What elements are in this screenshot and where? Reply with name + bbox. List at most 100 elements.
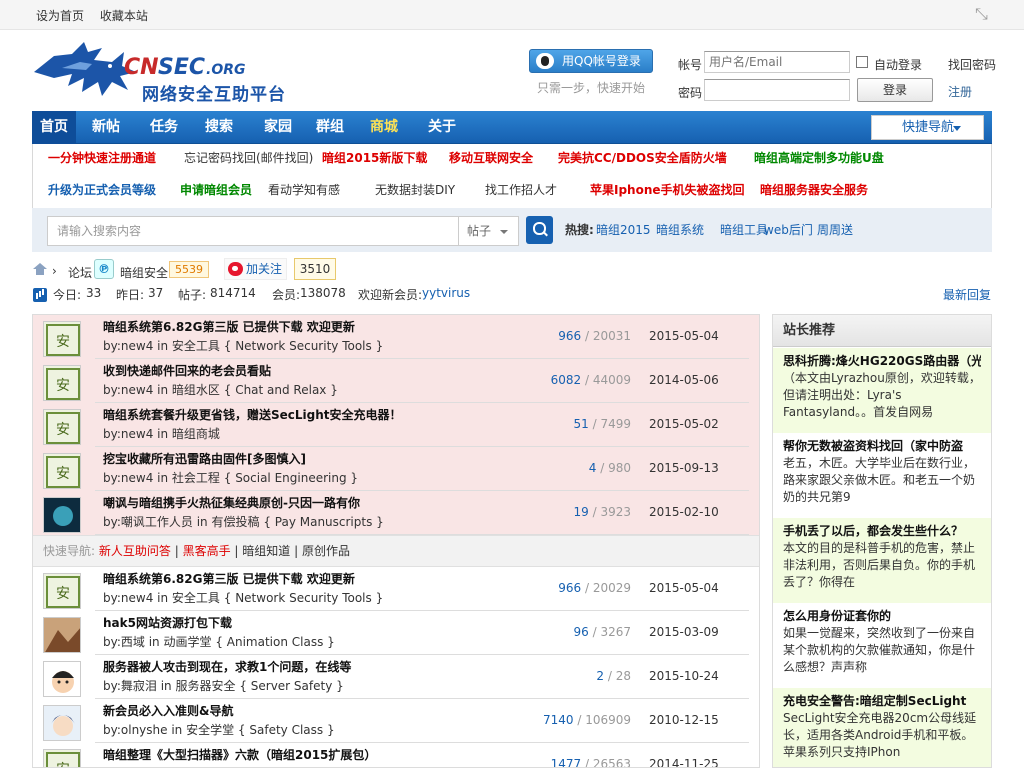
thread-row[interactable]: 嘲讽与暗组携手火热征集经典原创-只因一路有你 by:嘲讽工作人员 in 有偿投稿 … [33, 491, 759, 535]
recommend-item[interactable]: 充电安全警告:暗组定制SecLight SecLight安全充电器20cm公母线延… [773, 688, 991, 767]
nav-search[interactable]: 搜索 [197, 111, 241, 144]
search-type-select[interactable]: 帖子 [459, 216, 519, 246]
avatar[interactable]: 安 [43, 573, 81, 609]
thread-row[interactable]: 安 挖宝收藏所有迅雷路由固件[多图慎入] by:new4 in 社会工程 { Soc… [33, 447, 759, 491]
avatar[interactable]: 安 [43, 749, 81, 767]
thread-title[interactable]: 挖宝收藏所有迅雷路由固件[多图慎入] [103, 450, 306, 467]
promo-link[interactable]: 移动互联网安全 [449, 150, 533, 166]
hot-search-1[interactable]: 暗组2015 [596, 221, 651, 238]
quick-nav-item[interactable]: 原创作品 [302, 544, 350, 558]
thread-row[interactable]: 安暗组整理《大型扫描器》六款（暗组2015扩展包）by: in 1477 / 2… [33, 743, 759, 767]
thread-forum[interactable]: 有偿投稿 [211, 515, 259, 529]
promo-link[interactable]: 一分钟快速注册通道 [48, 150, 156, 166]
nav-home[interactable]: 首页 [32, 111, 76, 144]
recommend-title[interactable]: 怎么用身份证套你的 [783, 608, 981, 625]
expand-icon[interactable]: ⤡ [975, 6, 991, 22]
recommend-title[interactable]: 思科折腾:烽火HG220GS路由器（光 [783, 353, 981, 370]
thread-forum[interactable]: 安全工具 [172, 591, 220, 605]
thread-title[interactable]: 服务器被人攻击到现在，求教1个问题，在线等 [103, 658, 351, 675]
nav-about[interactable]: 关于 [420, 111, 464, 144]
nav-groups[interactable]: 群组 [308, 111, 352, 144]
promo-link[interactable]: 暗组高端定制多功能U盘 [754, 150, 884, 166]
thread-title[interactable]: 暗组系统第6.82G第三版 已提供下载 欢迎更新 [103, 570, 355, 587]
recommend-title[interactable]: 帮你无数被盗资料找回（家中防盗 [783, 438, 981, 455]
nav-shop[interactable]: 商城 [362, 111, 406, 144]
thread-row[interactable]: 安 暗组系统第6.82G第三版 已提供下载 欢迎更新 by:new4 in 安全工具… [33, 567, 759, 611]
recommend-item[interactable]: 手机丢了以后，都会发生些什么？ 本文的目的是科普手机的危害，禁止非法利用，否则后果… [773, 518, 991, 603]
thread-row[interactable]: 安 暗组系统套餐升级更省钱，赠送SecLight安全充电器！ by:new4 in … [33, 403, 759, 447]
crumb-forum[interactable]: 论坛 [68, 264, 92, 281]
thread-author[interactable]: olnyshe [121, 723, 168, 737]
thread-author[interactable]: new4 [121, 383, 153, 397]
nav-new[interactable]: 新帖 [84, 111, 128, 144]
hot-search-4[interactable]: web后门 [764, 221, 813, 238]
avatar[interactable]: 安 [43, 409, 81, 445]
thread-title[interactable]: 暗组系统第6.82G第三版 已提供下载 欢迎更新 [103, 318, 355, 335]
password-input[interactable] [704, 79, 850, 101]
thread-title[interactable]: 嘲讽与暗组携手火热征集经典原创-只因一路有你 [103, 494, 360, 511]
nav-home-space[interactable]: 家园 [256, 111, 300, 144]
thread-forum[interactable]: 动画学堂 [163, 635, 211, 649]
qq-login-button[interactable]: 用QQ帐号登录 [529, 49, 653, 73]
quick-nav-dropdown[interactable]: 快捷导航 [871, 115, 984, 140]
promo-link[interactable]: 暗组2015新版下载 [322, 150, 427, 166]
thread-author[interactable]: new4 [121, 591, 153, 605]
thread-row[interactable]: hak5网站资源打包下载 by:西域 in 动画学堂 { Animation Cl… [33, 611, 759, 655]
recommend-title[interactable]: 充电安全警告:暗组定制SecLight [783, 693, 981, 710]
follow-button[interactable]: 加关注 [224, 258, 287, 280]
thread-title[interactable]: 暗组系统套餐升级更省钱，赠送SecLight安全充电器！ [103, 406, 402, 423]
promo-link[interactable]: 找工作招人才 [485, 182, 557, 198]
avatar[interactable]: 安 [43, 365, 81, 401]
avatar[interactable] [43, 705, 81, 741]
avatar[interactable] [43, 661, 81, 697]
quick-nav-item[interactable]: 暗组知道 [242, 544, 290, 558]
thread-row[interactable]: 新会员必入入准则&导航 by:olnyshe in 安全学堂 { Safety C… [33, 699, 759, 743]
promo-link[interactable]: 完美抗CC/DDOS安全盾防火墙 [558, 150, 727, 166]
thread-author[interactable]: 嘲讽工作人员 [121, 515, 193, 529]
forgot-password-link[interactable]: 找回密码 [948, 56, 996, 73]
avatar[interactable]: 安 [43, 453, 81, 489]
thread-author[interactable]: new4 [121, 427, 153, 441]
promo-link[interactable]: 无数据封装DIY [375, 182, 455, 198]
thread-row[interactable]: 服务器被人攻击到现在，求教1个问题，在线等 by:舞寂泪 in 服务器安全 { S… [33, 655, 759, 699]
hot-search-5[interactable]: 周周送 [817, 221, 853, 238]
promo-link[interactable]: 暗组服务器安全服务 [760, 182, 868, 198]
promo-link[interactable]: 苹果Iphone手机失被盗找回 [590, 182, 745, 198]
avatar[interactable] [43, 617, 81, 653]
promo-link[interactable]: 申请暗组会员 [180, 182, 252, 198]
thread-forum[interactable]: 安全工具 [172, 339, 220, 353]
bookmark-link[interactable]: 收藏本站 [100, 9, 148, 23]
crumb-board[interactable]: 暗组安全 [120, 264, 168, 281]
register-link[interactable]: 注册 [948, 83, 972, 100]
recommend-item[interactable]: 思科折腾:烽火HG220GS路由器（光 （本文由Lyrazhou原创，欢迎转载，但… [773, 348, 991, 433]
thread-row[interactable]: 安 收到快递邮件回来的老会员看贴 by:new4 in 暗组水区 { Chat an… [33, 359, 759, 403]
quick-nav-item[interactable]: 黑客高手 [183, 544, 231, 558]
thread-forum[interactable]: 社会工程 [172, 471, 220, 485]
recommend-item[interactable]: 帮你无数被盗资料找回（家中防盗 老五，木匠。大学毕业后在数行业，路来家跟父亲做木匠… [773, 433, 991, 518]
thread-forum[interactable]: 暗组商城 [172, 427, 220, 441]
set-home-link[interactable]: 设为首页 [36, 9, 84, 23]
thread-forum[interactable]: 暗组水区 [172, 383, 220, 397]
search-button[interactable] [526, 216, 553, 244]
avatar[interactable]: 安 [43, 321, 81, 357]
new-member-link[interactable]: yytvirus [422, 286, 470, 300]
recommend-item[interactable]: 怎么用身份证套你的 如果一觉醒来，突然收到了一份来自某个款机构的欠款催款通知，你是… [773, 603, 991, 688]
login-button[interactable]: 登录 [857, 78, 933, 102]
thread-title[interactable]: 收到快递邮件回来的老会员看贴 [103, 362, 271, 379]
thread-row[interactable]: 安 暗组系统第6.82G第三版 已提供下载 欢迎更新 by:new4 in 安全工具… [33, 315, 759, 359]
search-input[interactable]: 请输入搜索内容 [47, 216, 459, 246]
thread-forum[interactable]: 服务器安全 [175, 679, 235, 693]
thread-forum[interactable]: 安全学堂 [186, 723, 234, 737]
site-logo[interactable]: CN SEC .ORG 网络安全互助平台 [32, 38, 292, 105]
promo-link[interactable]: 升级为正式会员等级 [48, 182, 156, 198]
home-icon[interactable] [33, 263, 47, 276]
remember-checkbox[interactable] [856, 56, 868, 68]
thread-title[interactable]: hak5网站资源打包下载 [103, 614, 232, 631]
thread-author[interactable]: new4 [121, 339, 153, 353]
thread-author[interactable]: new4 [121, 471, 153, 485]
username-input[interactable] [704, 51, 850, 73]
promo-link[interactable]: 看动学知有感 [268, 182, 340, 198]
thread-author[interactable]: 舞寂泪 [121, 679, 157, 693]
recommend-title[interactable]: 手机丢了以后，都会发生些什么？ [783, 523, 981, 540]
thread-title[interactable]: 暗组整理《大型扫描器》六款（暗组2015扩展包） [103, 746, 376, 763]
